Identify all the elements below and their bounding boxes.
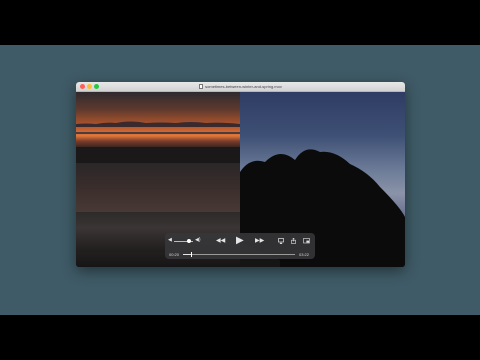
horizon-line [76, 132, 240, 134]
volume-slider-knob[interactable] [187, 239, 192, 243]
fast-forward-icon[interactable]: ▶▶ [255, 238, 264, 244]
cloud-ridge [76, 121, 240, 127]
title-bar[interactable]: sometimes-between-winter-and-spring.mov [76, 82, 405, 92]
quicktime-window[interactable]: sometimes-between-winter-and-spring.mov … [76, 82, 405, 267]
window-title: sometimes-between-winter-and-spring.mov [76, 82, 405, 91]
share-icon[interactable] [291, 238, 296, 244]
playback-controls-overlay[interactable]: ◀ ◀) ◀◀ ▶ ▶▶ 00:20 03:22 [165, 233, 315, 259]
play-icon[interactable]: ▶ [236, 236, 244, 246]
elapsed-time: 00:20 [169, 252, 180, 257]
remaining-time: 03:22 [299, 252, 310, 257]
document-icon [199, 84, 204, 89]
progress-scrubber[interactable] [183, 252, 295, 257]
volume-high-icon[interactable]: ◀) [195, 238, 201, 243]
volume-low-icon[interactable]: ◀ [168, 238, 172, 243]
airplay-icon[interactable] [278, 238, 284, 244]
dark-sea-band [76, 147, 240, 163]
rewind-icon[interactable]: ◀◀ [216, 238, 225, 244]
playhead[interactable] [190, 252, 192, 257]
picture-in-picture-icon[interactable] [303, 238, 310, 244]
progress-fill [183, 254, 191, 255]
window-title-text: sometimes-between-winter-and-spring.mov [205, 84, 282, 89]
